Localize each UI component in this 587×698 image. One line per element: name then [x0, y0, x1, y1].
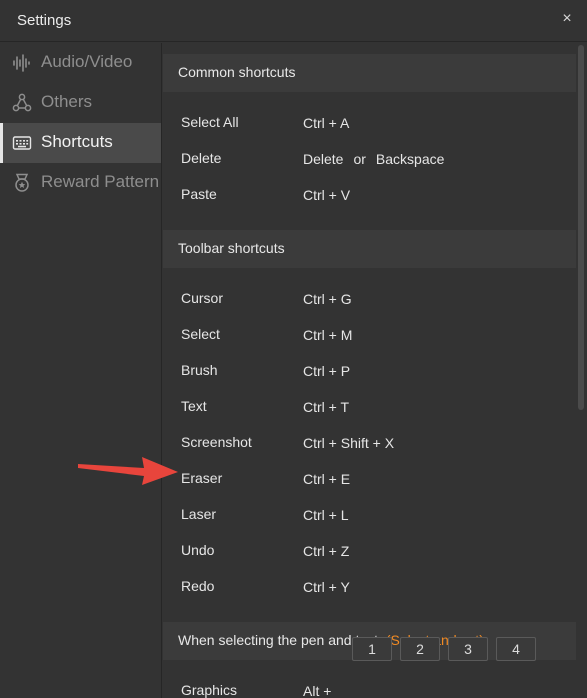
section-title: Common shortcuts: [178, 64, 296, 80]
sidebar-item-shortcuts[interactable]: Shortcuts: [0, 123, 161, 163]
keyboard-icon: [12, 133, 32, 153]
shortcut-name: Laser: [181, 506, 217, 522]
settings-sidebar: Audio/Video Others Shortcuts Reward Patt…: [0, 43, 162, 698]
sidebar-item-label: Audio/Video: [41, 52, 133, 71]
shortcut-name: Delete: [181, 150, 222, 166]
shortcut-keys: Delete or Backspace: [303, 151, 444, 167]
shortcut-keys: Ctrl + Z: [303, 543, 350, 559]
shortcut-row: Screenshot Ctrl + Shift + X: [163, 426, 576, 462]
shortcut-keys: Ctrl + T: [303, 399, 350, 415]
graphics-shortcut-button-4[interactable]: 4: [496, 637, 536, 661]
section-title: Toolbar shortcuts: [178, 240, 285, 256]
shortcut-key-primary: Delete: [303, 151, 344, 167]
shortcut-row: Redo Ctrl + Y: [163, 570, 576, 606]
scrollbar-thumb[interactable]: [578, 45, 584, 410]
shortcut-row: Eraser Ctrl + E: [163, 462, 576, 498]
sidebar-item-reward-pattern[interactable]: Reward Pattern: [0, 163, 161, 203]
shortcut-keys: Ctrl + L: [303, 507, 349, 523]
graphics-shortcut-button-1[interactable]: 1: [352, 637, 392, 661]
shortcut-name: Brush: [181, 362, 218, 378]
shortcut-name: Cursor: [181, 290, 224, 306]
sidebar-item-audio-video[interactable]: Audio/Video: [0, 43, 161, 83]
shortcut-row: Select Ctrl + M: [163, 318, 576, 354]
shortcut-row: Laser Ctrl + L: [163, 498, 576, 534]
sidebar-item-label: Shortcuts: [41, 132, 113, 151]
shortcut-keys: Ctrl + M: [303, 327, 353, 343]
section-header-common: Common shortcuts: [163, 54, 576, 92]
shortcut-name: Text: [181, 398, 207, 414]
shortcut-name: Select All: [181, 114, 239, 130]
title-bar: Settings ×: [0, 0, 587, 42]
shortcut-or-label: or: [353, 151, 366, 167]
shortcut-name: Undo: [181, 542, 215, 558]
shortcut-name: Select: [181, 326, 220, 342]
shortcut-name: Paste: [181, 186, 217, 202]
shortcut-key-alternate: Backspace: [375, 151, 445, 167]
medal-icon: [12, 173, 32, 193]
shortcut-row: Undo Ctrl + Z: [163, 534, 576, 570]
shortcut-row: Graphics Alt +: [163, 674, 576, 698]
shortcut-name: Redo: [181, 578, 215, 594]
shortcut-keys: Ctrl + Y: [303, 579, 350, 595]
shortcut-name: Screenshot: [181, 434, 252, 450]
waveform-icon: [12, 53, 32, 73]
shortcut-name: Eraser: [181, 470, 223, 486]
shortcut-row: Text Ctrl + T: [163, 390, 576, 426]
close-icon[interactable]: ×: [559, 10, 575, 28]
shortcut-keys: Ctrl + Shift + X: [303, 435, 395, 451]
network-icon: [12, 93, 32, 113]
annotation-arrow-icon: [78, 457, 178, 485]
shortcut-row: Select All Ctrl + A: [163, 106, 576, 142]
shortcut-keys: Ctrl + G: [303, 291, 352, 307]
sidebar-item-label: Reward Pattern: [41, 172, 160, 191]
sidebar-item-label: Others: [41, 92, 93, 111]
shortcut-keys: Ctrl + P: [303, 363, 351, 379]
settings-window: Settings × Audio/Video Others Shortcuts …: [0, 0, 587, 698]
shortcut-keys: Ctrl + A: [303, 115, 350, 131]
shortcuts-panel: Common shortcuts Select All Ctrl + A Del…: [163, 43, 587, 698]
graphics-shortcut-button-2[interactable]: 2: [400, 637, 440, 661]
shortcut-row: Brush Ctrl + P: [163, 354, 576, 390]
shortcut-keys: Alt +: [303, 683, 332, 698]
shortcut-row: Cursor Ctrl + G: [163, 282, 576, 318]
shortcut-name: Graphics: [181, 682, 238, 698]
shortcut-keys: Ctrl + V: [303, 187, 351, 203]
shortcut-row: Paste Ctrl + V: [163, 178, 576, 214]
shortcut-keys: Ctrl + E: [303, 471, 351, 487]
section-title-text: When selecting the pen and text: [178, 632, 379, 648]
sidebar-item-others[interactable]: Others: [0, 83, 161, 123]
graphics-shortcut-button-3[interactable]: 3: [448, 637, 488, 661]
window-title: Settings: [17, 12, 72, 29]
section-header-toolbar: Toolbar shortcuts: [163, 230, 576, 268]
shortcut-row: Delete Delete or Backspace: [163, 142, 576, 178]
